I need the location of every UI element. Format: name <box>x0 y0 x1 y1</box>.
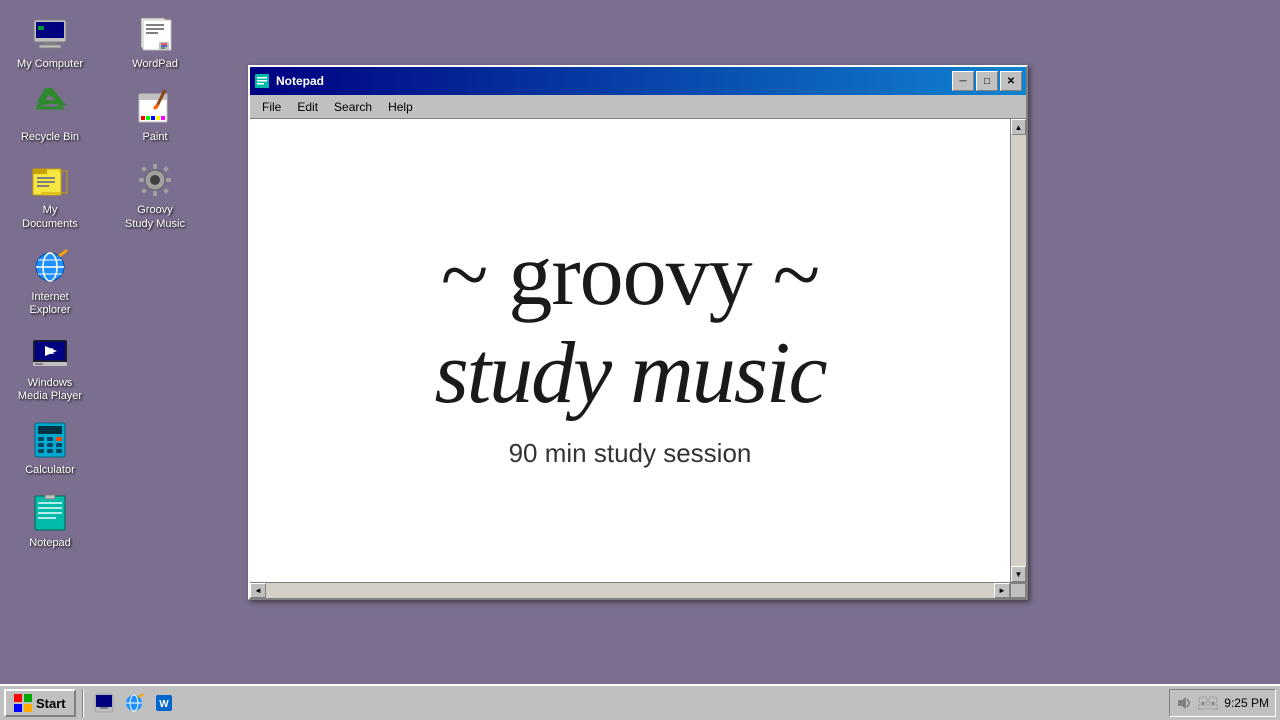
desktop-icon-windows-media-player[interactable]: 21 WindowsMedia Player <box>10 329 90 407</box>
start-button[interactable]: Start <box>4 689 76 717</box>
wordpad-label: WordPad <box>132 58 178 71</box>
my-computer-icon <box>30 14 70 54</box>
window-content-area: ~ groovy ~ study music 90 min study sess… <box>250 119 1026 582</box>
session-subtitle: 90 min study session <box>509 438 752 469</box>
minimize-button[interactable]: ─ <box>952 71 974 91</box>
network-icon <box>1198 695 1218 711</box>
vertical-scrollbar[interactable]: ▲ ▼ <box>1010 119 1026 582</box>
desktop-icon-notepad[interactable]: Notepad <box>10 489 90 554</box>
internet-explorer-label: InternetExplorer <box>30 291 71 317</box>
groovy-study-music-icon <box>135 160 175 200</box>
notepad-content[interactable]: ~ groovy ~ study music 90 min study sess… <box>250 119 1010 582</box>
notepad-window: Notepad ─ □ ✕ File Edit Search Help ~ gr… <box>248 65 1028 600</box>
wordpad-icon <box>135 14 175 54</box>
notepad-icon <box>30 493 70 533</box>
titlebar-buttons: ─ □ ✕ <box>952 71 1022 91</box>
menu-file[interactable]: File <box>254 98 289 116</box>
scroll-left-button[interactable]: ◄ <box>250 583 266 598</box>
recycle-bin-icon <box>30 87 70 127</box>
notepad-label: Notepad <box>29 537 71 550</box>
system-tray: 9:25 PM <box>1169 689 1276 717</box>
scroll-corner <box>1010 583 1026 598</box>
notepad-text-area: ~ groovy ~ study music 90 min study sess… <box>250 119 1010 582</box>
menu-search[interactable]: Search <box>326 98 380 116</box>
desktop-icon-wordpad[interactable]: WordPad <box>115 10 195 75</box>
windows-media-player-label: WindowsMedia Player <box>18 377 82 403</box>
desktop-icons-col1: My Computer Recycle Bin <box>10 10 90 554</box>
calculator-label: Calculator <box>25 464 75 477</box>
scroll-track-v <box>1011 135 1026 566</box>
svg-text:21: 21 <box>46 347 55 356</box>
window-title: Notepad <box>276 74 952 88</box>
desktop-icon-recycle-bin[interactable]: Recycle Bin <box>10 83 90 148</box>
desktop-icon-groovy-study-music[interactable]: GroovyStudy Music <box>115 156 195 234</box>
internet-explorer-icon <box>30 247 70 287</box>
taskbar-icon-1[interactable] <box>90 689 118 717</box>
taskbar-quick-launch: W <box>90 689 178 717</box>
taskbar: Start <box>0 684 1280 720</box>
maximize-button[interactable]: □ <box>976 71 998 91</box>
taskbar-icon-ie[interactable] <box>120 689 148 717</box>
desktop-icon-my-computer[interactable]: My Computer <box>10 10 90 75</box>
paint-icon <box>135 87 175 127</box>
taskbar-icon-3[interactable]: W <box>150 689 178 717</box>
desktop-icon-my-documents[interactable]: MyDocuments <box>10 156 90 234</box>
window-titlebar: Notepad ─ □ ✕ <box>250 67 1026 95</box>
paint-label: Paint <box>142 131 167 144</box>
groovy-study-music-label: GroovyStudy Music <box>125 204 185 230</box>
volume-icon <box>1176 695 1192 711</box>
scroll-right-button[interactable]: ► <box>994 583 1010 598</box>
scroll-up-button[interactable]: ▲ <box>1011 119 1026 135</box>
menu-edit[interactable]: Edit <box>289 98 326 116</box>
svg-text:W: W <box>159 699 169 710</box>
calculator-icon <box>30 420 70 460</box>
start-logo-icon <box>14 694 32 712</box>
window-menubar: File Edit Search Help <box>250 95 1026 119</box>
groovy-title: ~ groovy ~ <box>441 232 820 320</box>
desktop-icon-calculator[interactable]: Calculator <box>10 416 90 481</box>
desktop-icon-internet-explorer[interactable]: InternetExplorer <box>10 243 90 321</box>
scroll-track-h <box>266 583 994 598</box>
start-label: Start <box>36 696 66 711</box>
tray-time: 9:25 PM <box>1224 696 1269 710</box>
taskbar-divider <box>82 689 84 717</box>
my-documents-label: MyDocuments <box>22 204 78 230</box>
close-button[interactable]: ✕ <box>1000 71 1022 91</box>
my-computer-label: My Computer <box>17 58 83 71</box>
recycle-bin-label: Recycle Bin <box>21 131 79 144</box>
study-music-title: study music <box>434 330 825 418</box>
scroll-down-button[interactable]: ▼ <box>1011 566 1026 582</box>
desktop-icons-col2: WordPad Paint <box>115 10 195 235</box>
windows-media-player-icon: 21 <box>30 333 70 373</box>
window-bottom-bar: ◄ ► <box>250 582 1026 598</box>
notepad-title-icon <box>254 73 270 89</box>
desktop-icon-paint[interactable]: Paint <box>115 83 195 148</box>
my-documents-icon <box>30 160 70 200</box>
menu-help[interactable]: Help <box>380 98 421 116</box>
desktop: My Computer Recycle Bin <box>0 0 1280 720</box>
